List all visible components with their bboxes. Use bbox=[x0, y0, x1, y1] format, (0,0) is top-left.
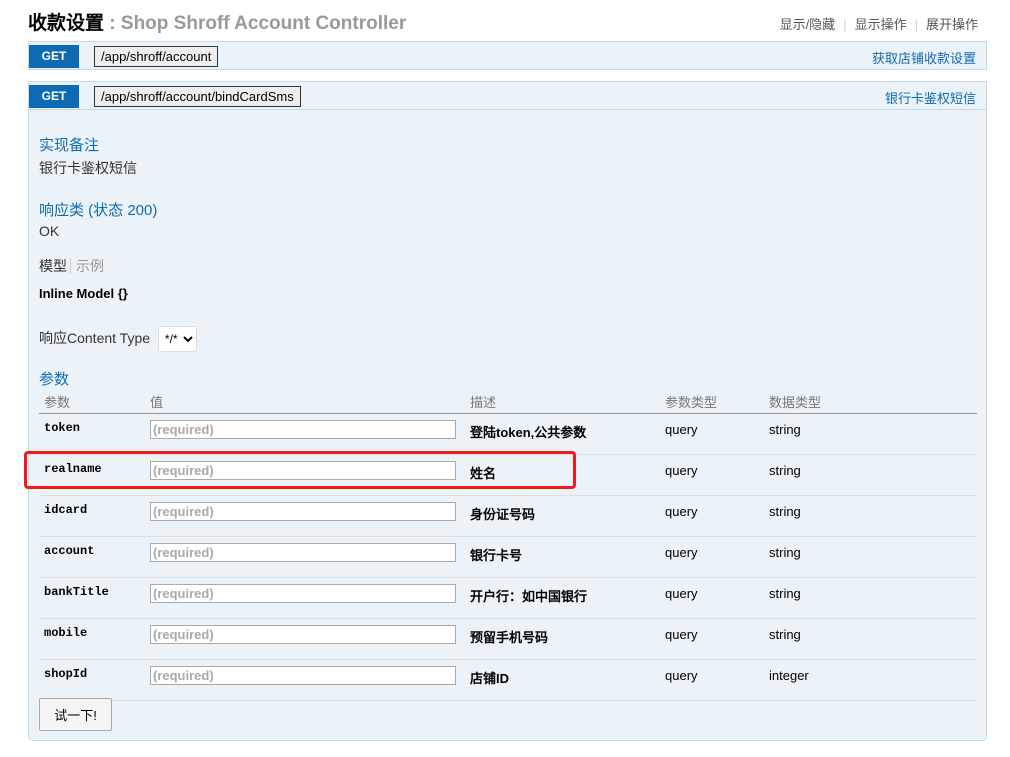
http-method-badge[interactable]: GET bbox=[29, 45, 79, 68]
response-content-type: 响应Content Type */* bbox=[39, 326, 197, 352]
param-name: token bbox=[39, 413, 145, 455]
param-data-type: integer bbox=[764, 659, 977, 701]
operation-path[interactable]: /app/shroff/account bbox=[94, 46, 219, 67]
param-type: query bbox=[660, 413, 764, 455]
try-it-out-button[interactable]: 试一下! bbox=[39, 698, 112, 731]
param-description: 姓名 bbox=[465, 454, 660, 496]
param-value-cell bbox=[145, 577, 465, 619]
table-row: mobile 预留手机号码 query string bbox=[39, 618, 977, 660]
param-type: query bbox=[660, 659, 764, 701]
col-description: 描述 bbox=[465, 388, 660, 414]
param-shopid-input[interactable] bbox=[150, 666, 456, 685]
param-type: query bbox=[660, 618, 764, 660]
param-type: query bbox=[660, 495, 764, 537]
param-name: idcard bbox=[39, 495, 145, 537]
operation-get-bind-card-sms: GET /app/shroff/account/bindCardSms 银行卡鉴… bbox=[28, 81, 987, 741]
show-operations-link[interactable]: 显示操作 bbox=[847, 17, 915, 32]
response-class-text: OK bbox=[39, 223, 60, 239]
param-token-input[interactable] bbox=[150, 420, 456, 439]
operation-summary[interactable]: 获取店铺收款设置 bbox=[872, 48, 976, 67]
col-parameter: 参数 bbox=[39, 388, 145, 414]
param-name: shopId bbox=[39, 659, 145, 701]
content-type-select[interactable]: */* bbox=[157, 326, 197, 352]
toggle-show-hide-link[interactable]: 显示/隐藏 bbox=[772, 17, 844, 32]
col-value: 值 bbox=[145, 388, 465, 414]
table-row: idcard 身份证号码 query string bbox=[39, 495, 977, 537]
table-row: realname 姓名 query string bbox=[39, 454, 977, 496]
param-name: account bbox=[39, 536, 145, 578]
param-value-cell bbox=[145, 413, 465, 455]
tab-model[interactable]: 模型 bbox=[39, 258, 67, 274]
param-value-cell bbox=[145, 536, 465, 578]
param-data-type: string bbox=[764, 413, 977, 455]
table-row: account 银行卡号 query string bbox=[39, 536, 977, 578]
param-data-type: string bbox=[764, 536, 977, 578]
tab-example[interactable]: 示例 bbox=[70, 258, 104, 274]
operation-summary[interactable]: 银行卡鉴权短信 bbox=[885, 88, 976, 107]
controller-title-en: Shop Shroff Account Controller bbox=[120, 13, 407, 34]
param-value-cell bbox=[145, 659, 465, 701]
inline-model-signature: Inline Model {} bbox=[39, 286, 128, 301]
param-type: query bbox=[660, 577, 764, 619]
param-value-cell bbox=[145, 454, 465, 496]
controller-header: 收款设置 : Shop Shroff Account Controller 显示… bbox=[28, 8, 978, 34]
operation-heading[interactable]: GET /app/shroff/account 获取店铺收款设置 bbox=[29, 42, 986, 70]
controller-title-cn: 收款设置 bbox=[28, 13, 105, 34]
param-name: realname bbox=[39, 454, 145, 496]
param-data-type: string bbox=[764, 454, 977, 496]
param-type: query bbox=[660, 536, 764, 578]
content-type-label: 响应Content Type bbox=[39, 330, 151, 346]
response-class-title: 响应类 (状态 200) bbox=[39, 202, 158, 219]
param-description: 预留手机号码 bbox=[465, 618, 660, 660]
model-tabs: 模型 示例 bbox=[39, 256, 104, 276]
param-account-input[interactable] bbox=[150, 543, 456, 562]
param-name: mobile bbox=[39, 618, 145, 660]
param-idcard-input[interactable] bbox=[150, 502, 456, 521]
parameters-header-row: 参数 值 描述 参数类型 数据类型 bbox=[39, 388, 977, 414]
param-banktitle-input[interactable] bbox=[150, 584, 456, 603]
param-description: 登陆token,公共参数 bbox=[465, 413, 660, 455]
controller-title[interactable]: 收款设置 : Shop Shroff Account Controller bbox=[28, 8, 406, 35]
header-links: 显示/隐藏 | 显示操作 | 展开操作 bbox=[772, 14, 978, 33]
param-description: 店铺ID bbox=[465, 659, 660, 701]
parameters-table: 参数 值 描述 参数类型 数据类型 token 登陆token,公共参数 que… bbox=[39, 388, 977, 701]
param-description: 身份证号码 bbox=[465, 495, 660, 537]
title-separator: : bbox=[104, 13, 121, 34]
implementation-notes-title: 实现备注 bbox=[39, 137, 100, 154]
expand-operations-link[interactable]: 展开操作 bbox=[918, 17, 978, 32]
param-mobile-input[interactable] bbox=[150, 625, 456, 644]
http-method-badge[interactable]: GET bbox=[29, 85, 79, 108]
table-row: shopId 店铺ID query integer bbox=[39, 659, 977, 701]
param-data-type: string bbox=[764, 577, 977, 619]
table-row: token 登陆token,公共参数 query string bbox=[39, 413, 977, 455]
param-name: bankTitle bbox=[39, 577, 145, 619]
param-description: 银行卡号 bbox=[465, 536, 660, 578]
param-value-cell bbox=[145, 618, 465, 660]
param-realname-input[interactable] bbox=[150, 461, 456, 480]
operation-path[interactable]: /app/shroff/account/bindCardSms bbox=[94, 86, 301, 107]
operation-heading[interactable]: GET /app/shroff/account/bindCardSms 银行卡鉴… bbox=[29, 82, 986, 110]
param-type: query bbox=[660, 454, 764, 496]
param-value-cell bbox=[145, 495, 465, 537]
param-data-type: string bbox=[764, 618, 977, 660]
operation-get-account: GET /app/shroff/account 获取店铺收款设置 bbox=[28, 41, 987, 70]
parameters-title: 参数 bbox=[39, 371, 70, 388]
col-data-type: 数据类型 bbox=[764, 388, 977, 414]
col-parameter-type: 参数类型 bbox=[660, 388, 764, 414]
param-description: 开户行：如中国银行 bbox=[465, 577, 660, 619]
implementation-notes-text: 银行卡鉴权短信 bbox=[39, 160, 137, 176]
table-row: bankTitle 开户行：如中国银行 query string bbox=[39, 577, 977, 619]
param-data-type: string bbox=[764, 495, 977, 537]
